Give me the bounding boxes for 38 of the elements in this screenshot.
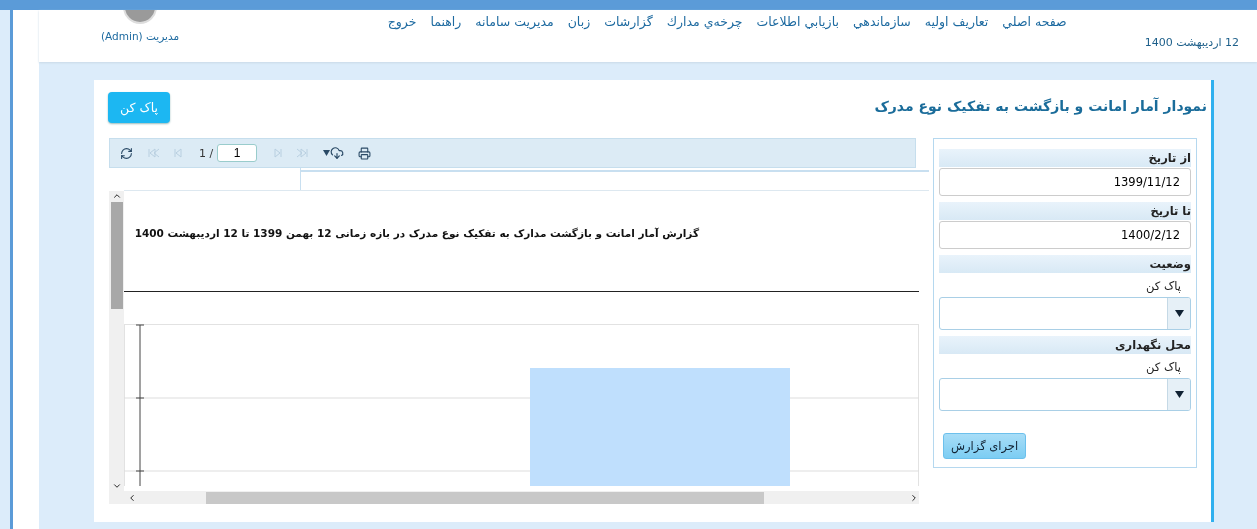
report-title: گزارش آمار امانت و بازگشت مدارک به تفکیک نوع مدرک در بازه زمانی 12 بهمن 1399 تا 12 اردیبهشت 1400	[133, 227, 699, 239]
chevron-right-icon[interactable]	[909, 492, 919, 503]
chevron-up-icon[interactable]	[111, 191, 122, 201]
user-name: مديريت (Admin)	[101, 30, 180, 42]
nav-link[interactable]: تعاريف اوليه	[924, 14, 989, 29]
chevron-left-icon[interactable]	[127, 492, 137, 503]
dropdown-field[interactable]	[939, 297, 1191, 330]
clear-link[interactable]: پاک کن	[1146, 279, 1181, 293]
caret-icon	[1174, 391, 1184, 398]
clear-link[interactable]: پاک کن	[1146, 360, 1181, 374]
dropdown-field[interactable]	[939, 378, 1191, 411]
field-label: از تاریخ	[939, 149, 1191, 167]
page-title: نمودار آمار امانت و بازگشت به تفکیک نوع مدرک	[874, 98, 1207, 114]
date-field[interactable]: 1400/2/12	[939, 221, 1191, 249]
chevron-down-icon[interactable]	[111, 481, 122, 491]
refresh-icon[interactable]	[120, 146, 133, 160]
vertical-scrollbar[interactable]	[109, 191, 124, 491]
caret-icon	[1174, 310, 1184, 317]
field-label: محل نگهداری	[939, 336, 1191, 354]
nav-link[interactable]: مديريت سامانه	[475, 14, 554, 29]
printer-icon[interactable]	[358, 146, 372, 160]
nav-link[interactable]: صفحه اصلي	[1002, 14, 1067, 29]
nav-link[interactable]: گزارشات	[604, 14, 653, 29]
horizontal-scrollbar[interactable]	[109, 491, 919, 504]
nav-link[interactable]: خروج	[387, 14, 417, 29]
run-report-button[interactable]: اجرای گزارش	[943, 433, 1027, 459]
nav-link[interactable]: چرخه‌ي مدارك	[666, 14, 743, 29]
cloud-download-icon[interactable]	[323, 146, 345, 160]
field-label: تا تاریخ	[939, 202, 1191, 220]
date-field[interactable]: 1399/11/12	[939, 168, 1191, 196]
page-label: 1 /	[199, 146, 214, 160]
nav-link[interactable]: زبان	[567, 14, 591, 29]
date-text: 12 ارديبهشت 1400	[1144, 36, 1239, 49]
nav-link[interactable]: سازماندهي	[852, 14, 911, 29]
page-input[interactable]: 1	[217, 144, 258, 162]
nav-link[interactable]: راهنما	[430, 14, 462, 29]
nav-link[interactable]: بازيابي اطلاعات	[756, 14, 839, 29]
field-label: وضعیت	[939, 255, 1191, 273]
